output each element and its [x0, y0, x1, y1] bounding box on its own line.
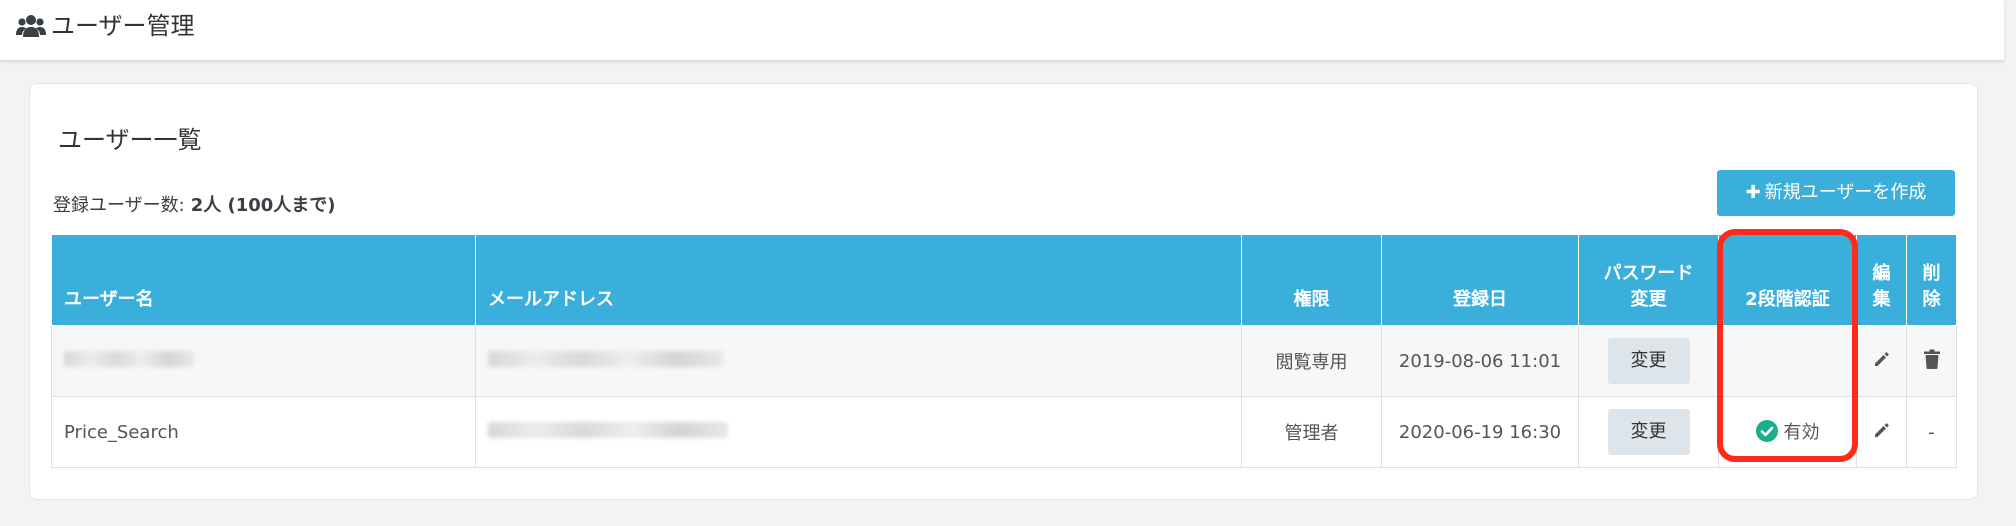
cell-twofa: 有効 — [1718, 396, 1857, 468]
user-list-card: ユーザー一覧 登録ユーザー数: 2人 (100人まで) ✚ 新規ユーザーを作成 ユー… — [29, 83, 1978, 500]
cell-password-change: 変更 — [1578, 325, 1719, 397]
redacted-username — [64, 350, 194, 367]
table-row: Price_Search 管理者 2020-06-19 16:30 変更 有効 … — [51, 396, 1957, 468]
cell-email — [475, 325, 1242, 397]
col-delete: 削 除 — [1906, 234, 1957, 326]
redacted-email — [488, 350, 723, 367]
col-password-line2: 変更 — [1630, 289, 1667, 310]
cell-registered: 2020-06-19 16:30 — [1381, 396, 1579, 468]
cell-role: 閲覧専用 — [1241, 325, 1382, 397]
col-password-change: パスワード 変更 — [1578, 234, 1719, 326]
col-email: メールアドレス — [475, 234, 1242, 326]
cell-password-change: 変更 — [1578, 396, 1719, 468]
col-edit-line1: 編 — [1872, 263, 1891, 284]
create-user-button[interactable]: ✚ 新規ユーザーを作成 — [1717, 170, 1955, 216]
user-count-label: 登録ユーザー数: — [53, 195, 185, 216]
user-count-value: 2人 (100人まで) — [190, 195, 336, 216]
cell-username — [51, 325, 476, 397]
pencil-icon[interactable] — [1873, 421, 1891, 439]
twofa-status-label: 有効 — [1783, 421, 1820, 443]
cell-twofa — [1718, 325, 1857, 397]
col-delete-line2: 除 — [1922, 289, 1941, 310]
col-password-line1: パスワード — [1603, 263, 1694, 284]
col-role: 権限 — [1241, 234, 1382, 326]
cell-registered: 2019-08-06 11:01 — [1381, 325, 1579, 397]
trash-icon[interactable] — [1923, 349, 1940, 369]
check-circle-icon — [1755, 419, 1778, 442]
cell-edit — [1856, 325, 1907, 397]
col-username: ユーザー名 — [51, 234, 476, 326]
col-delete-line1: 削 — [1922, 263, 1941, 284]
pencil-icon[interactable] — [1873, 350, 1891, 368]
users-icon — [16, 15, 46, 37]
cell-edit — [1856, 396, 1907, 468]
redacted-email — [488, 421, 728, 438]
change-password-button[interactable]: 変更 — [1607, 338, 1690, 384]
cell-username: Price_Search — [51, 396, 476, 468]
twofa-status: 有効 — [1755, 418, 1820, 444]
table-header-row: ユーザー名 メールアドレス 権限 登録日 パスワード 変更 2段階認証 編 集 … — [51, 234, 1957, 326]
cell-delete: - — [1906, 396, 1957, 468]
col-registered: 登録日 — [1381, 234, 1579, 326]
col-edit-line2: 集 — [1872, 289, 1891, 310]
col-edit: 編 集 — [1856, 234, 1907, 326]
page-title: ユーザー管理 — [51, 12, 195, 40]
cell-delete — [1906, 325, 1957, 397]
user-count: 登録ユーザー数: 2人 (100人まで) — [53, 194, 336, 218]
table-row: 閲覧専用 2019-08-06 11:01 変更 — [51, 325, 1957, 397]
cell-role: 管理者 — [1241, 396, 1382, 468]
users-table: ユーザー名 メールアドレス 権限 登録日 パスワード 変更 2段階認証 編 集 … — [51, 234, 1957, 468]
change-password-button[interactable]: 変更 — [1607, 409, 1690, 455]
cell-email — [475, 396, 1242, 468]
plus-icon: ✚ — [1745, 182, 1761, 203]
page-header: ユーザー管理 — [0, 0, 2004, 60]
card-title: ユーザー一覧 — [58, 126, 202, 154]
col-twofa: 2段階認証 — [1718, 234, 1857, 326]
create-user-label: 新規ユーザーを作成 — [1764, 182, 1927, 203]
